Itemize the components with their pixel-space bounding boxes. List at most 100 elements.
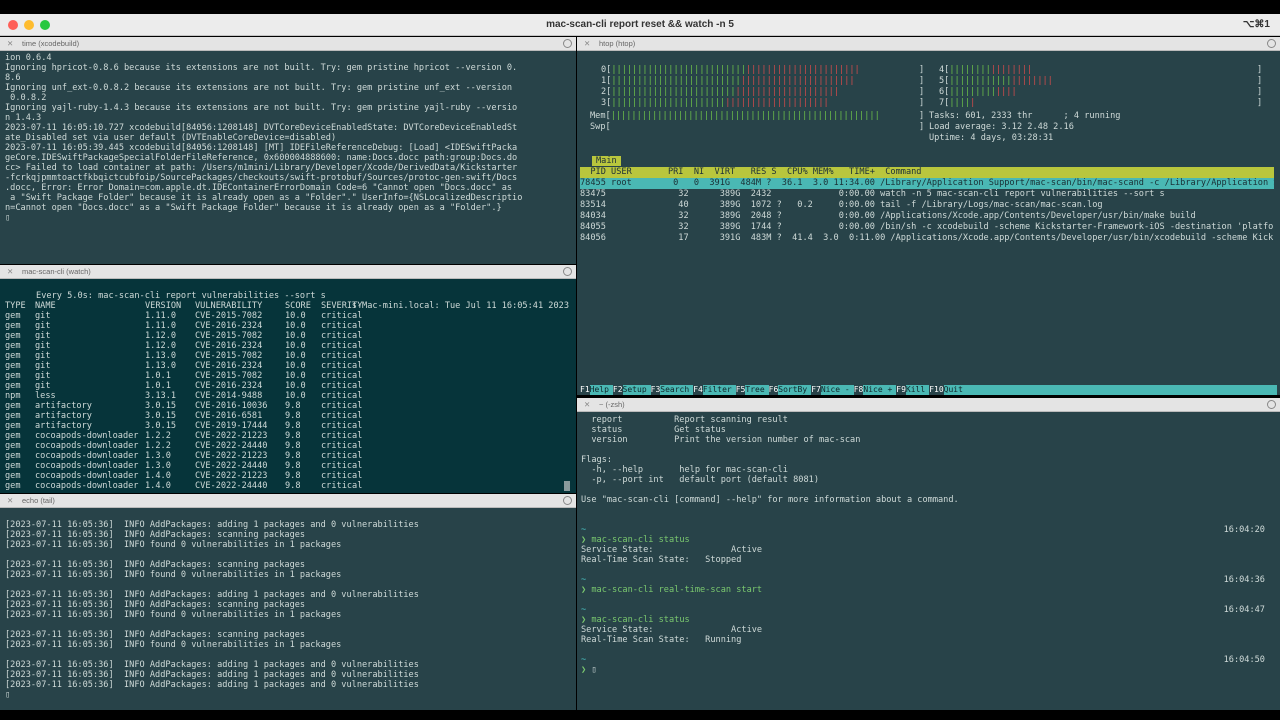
process-row[interactable]: 83475 32 389G 2432 0:00.00 watch -n 5 ma… — [580, 189, 1274, 200]
terminal-output[interactable]: report Report scanning result status Get… — [581, 415, 1277, 710]
table-row: gem git 1.12.0 CVE-2016-2324 10.0 critical — [5, 341, 573, 351]
table-row: gem artifactory 3.0.15 CVE-2016-6581 9.8 crit… — [5, 411, 573, 421]
table-row: gem cocoapods-downloader 1.3.0 CVE-2022-244… — [5, 461, 573, 471]
log-line: [2023-07-11 16:05:36] INFO AddPackages: … — [5, 660, 419, 670]
table-cell: 10.0 — [285, 331, 306, 341]
scrollbar[interactable] — [564, 481, 570, 491]
close-pane-icon[interactable]: ✕ — [7, 37, 13, 51]
watch-header: Every 5.0s: mac-scan-cli report vulnerab… — [5, 281, 573, 311]
tasks-line: Tasks: 601, 2333 thr ; 4 running — [929, 111, 1121, 121]
prompt-line[interactable]: ❯ mac-scan-cli status — [581, 615, 1277, 625]
meter-label: 1[ — [601, 76, 612, 86]
fkey-filter-button[interactable]: Filter — [702, 385, 736, 395]
table-cell: CVE-2016-2324 — [195, 341, 263, 351]
close-pane-icon[interactable]: ✕ — [584, 37, 590, 51]
fkey-kill-button[interactable]: Kill — [905, 385, 930, 395]
pane-header: ✕ htop (htop) — [577, 37, 1280, 51]
pane-zoom-icon[interactable] — [1267, 400, 1276, 409]
output-line: ion 0.6.4 — [5, 53, 52, 63]
process-row[interactable]: 84034 32 389G 2048 ? 0:00.00 /Applicatio… — [580, 211, 1274, 222]
fkey-tree-button[interactable]: Tree — [745, 385, 769, 395]
cpu-meter: 4[|||||||||||||||| — [939, 65, 1033, 75]
close-pane-icon[interactable]: ✕ — [7, 494, 13, 508]
table-row: gem git 1.11.0 CVE-2016-2324 10.0 critical — [5, 321, 573, 331]
table-cell: 1.11.0 — [145, 321, 177, 331]
table-cell: critical — [321, 321, 363, 331]
meter-label: 7[ — [939, 98, 950, 108]
table-cell: 9.8 — [285, 421, 301, 431]
fkey-sortby-button[interactable]: SortBy — [778, 385, 812, 395]
table-cell: 10.0 — [285, 391, 306, 401]
table-cell: 9.8 — [285, 411, 301, 421]
prompt-time: 16:04:50 — [1223, 655, 1265, 665]
pane-watch[interactable]: ✕ mac-scan-cli (watch) Every 5.0s: mac-s… — [0, 265, 576, 493]
pane-title: mac-scan-cli (watch) — [22, 267, 91, 276]
table-cell: 1.11.0 — [145, 311, 177, 321]
help-line: Use "mac-scan-cli [command] --help" for … — [581, 495, 959, 505]
process-row[interactable]: 84055 32 389G 1744 ? 0:00.00 /bin/sh -c … — [580, 222, 1274, 233]
table-cell: critical — [321, 481, 363, 491]
watch-command: Every 5.0s: mac-scan-cli report vulnerab… — [36, 291, 326, 301]
table-cell: 9.8 — [285, 401, 301, 411]
pane-zoom-icon[interactable] — [1267, 39, 1276, 48]
pane-zsh[interactable]: ✕ ~ (-zsh) report Report scanning result… — [577, 398, 1280, 710]
table-cell: critical — [321, 461, 363, 471]
table-cell: 1.4.0 — [145, 471, 171, 481]
prompt-line[interactable]: ❯ mac-scan-cli real-time-scan start — [581, 585, 1277, 595]
meter-end: ] — [1257, 98, 1263, 108]
output-line: geCore.IDESwiftPackageSpecialFolderFileR… — [5, 153, 518, 163]
help-line: Flags: — [581, 455, 613, 465]
table-cell: 1.0.1 — [145, 371, 171, 381]
pane-zoom-icon[interactable] — [563, 39, 572, 48]
tab-main[interactable]: Main — [592, 156, 621, 166]
table-cell: 1.13.0 — [145, 361, 177, 371]
prompt-line[interactable]: ❯ ▯ — [581, 665, 1277, 675]
fkey-label: F2 — [612, 385, 623, 394]
help-line — [581, 445, 1277, 455]
table-cell: gem — [5, 371, 21, 381]
meter-label: 3[ — [601, 98, 612, 108]
window-titlebar: mac-scan-cli report reset && watch -n 5 … — [0, 14, 1280, 36]
prompt-line[interactable]: ❯ mac-scan-cli status — [581, 535, 1277, 545]
process-row[interactable]: 84056 17 391G 483M ? 41.4 3.0 0:11.00 /A… — [580, 233, 1274, 244]
table-cell: gem — [5, 401, 21, 411]
table-row: gem cocoapods-downloader 1.4.0 CVE-2022-212… — [5, 471, 573, 481]
help-line: status Get status — [581, 425, 726, 435]
uptime: Uptime: 4 days, 03:28:31 — [929, 133, 1054, 143]
fkey-quit-button[interactable]: Quit — [943, 385, 967, 395]
fkey-nice-button[interactable]: Nice - — [820, 385, 854, 395]
pane-zoom-icon[interactable] — [563, 496, 572, 505]
fkey-nice-button[interactable]: Nice + — [863, 385, 897, 395]
table-cell: 9.8 — [285, 481, 301, 491]
table-cell: 10.0 — [285, 361, 306, 371]
cpu-meter: 3[||||||||||||||||||||||||||||||||||||||… — [601, 98, 829, 108]
process-row[interactable]: 83514 40 389G 1072 ? 0.2 0:00.00 tail -f… — [580, 200, 1274, 211]
pane-htop[interactable]: ✕ htop (htop) 0[||||||||||||||||||||||||… — [577, 37, 1280, 395]
prompt-arrow-icon: ❯ — [581, 665, 592, 675]
fkey-setup-button[interactable]: Setup — [622, 385, 651, 395]
table-cell: cocoapods-downloader — [35, 431, 139, 441]
output-line: 2023-07-11 16:05:10.727 xcodebuild[84056… — [5, 123, 518, 133]
cwd-indicator: ~ — [581, 575, 587, 585]
close-pane-icon[interactable]: ✕ — [7, 265, 13, 279]
command-output: Service State: Active — [581, 625, 763, 635]
table-cell: CVE-2014-9488 — [195, 391, 263, 401]
memory-meter: Mem[||||||||||||||||||||||||||||||||||||… — [590, 111, 880, 121]
pane-zoom-icon[interactable] — [563, 267, 572, 276]
process-row[interactable]: 78455 root 0 0 391G 484M ? 36.1 3.0 11:3… — [580, 178, 1274, 189]
close-pane-icon[interactable]: ✕ — [584, 398, 590, 412]
fkey-search-button[interactable]: Search — [660, 385, 694, 395]
pane-tail[interactable]: ✕ echo (tail) [2023-07-11 16:05:36] INFO… — [0, 494, 576, 710]
meter-end: ] — [919, 65, 925, 75]
table-cell: 1.12.0 — [145, 341, 177, 351]
log-line: [2023-07-11 16:05:36] INFO AddPackages: … — [5, 530, 306, 540]
process-table-header[interactable]: PID USER PRI NI VIRT RES S CPU% MEM% TIM… — [580, 167, 1274, 178]
output-line: 2023-07-11 16:05:39.445 xcodebuild[84056… — [5, 143, 518, 153]
fkey-help-button[interactable]: Help — [589, 385, 613, 395]
pane-header: ✕ time (xcodebuild) — [0, 37, 576, 51]
pane-xcodebuild[interactable]: ✕ time (xcodebuild) ion 0.6.4 Ignoring hp… — [0, 37, 576, 264]
log-line: [2023-07-11 16:05:36] INFO AddPackages: … — [5, 600, 306, 610]
table-cell: CVE-2016-10036 — [195, 401, 268, 411]
